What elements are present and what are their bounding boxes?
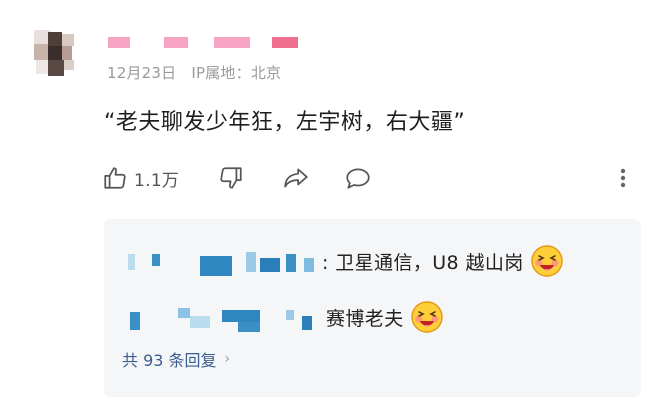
username-mosaic-tile (286, 310, 294, 320)
view-all-replies-link[interactable]: 共 93 条回复 › (122, 347, 230, 371)
replies-panel: : 卫星通信，U8 越山岗 赛博老夫 共 93 条回复 › (104, 219, 641, 397)
username-mosaic-tile (286, 254, 296, 272)
ip-location: IP属地：北京 (191, 64, 282, 82)
username-mosaic-tile (128, 254, 135, 270)
username-mosaic-tile (178, 308, 190, 318)
comment-actions: 1.1万 (102, 160, 642, 200)
share-icon (282, 165, 310, 191)
comment-date: 12月23日 (107, 64, 177, 82)
avatar-mosaic-tile (36, 60, 48, 74)
like-button[interactable]: 1.1万 (102, 160, 179, 196)
username-mosaic-tile (214, 37, 250, 48)
username-mosaic-tile (190, 316, 210, 328)
username-blurred[interactable] (108, 37, 298, 49)
username-mosaic-tile (200, 256, 232, 276)
reply-count-label: 共 93 条回复 (122, 351, 217, 370)
reply-username-blurred[interactable] (126, 302, 326, 332)
avatar-mosaic-tile (34, 44, 48, 60)
thumbs-down-icon (218, 165, 244, 191)
avatar-mosaic-tile (48, 46, 62, 60)
chevron-right-icon: › (224, 351, 231, 367)
avatar-mosaic-tile (48, 60, 64, 76)
avatar-mosaic-tile (48, 32, 62, 46)
username-mosaic-tile (164, 37, 188, 48)
username-mosaic-tile (246, 252, 256, 272)
like-count: 1.1万 (134, 170, 180, 191)
username-mosaic-tile (152, 254, 160, 266)
reply-button[interactable] (344, 160, 372, 196)
username-mosaic-tile (304, 258, 314, 272)
username-mosaic-tile (302, 316, 312, 330)
share-button[interactable] (282, 160, 310, 196)
comment-text: “老夫聊发少年狂，左宇树，右大疆” (104, 110, 466, 135)
reply-item[interactable]: : 卫星通信，U8 越山岗 (126, 241, 564, 281)
comment-meta: 12月23日 IP属地：北京 (107, 62, 281, 83)
thumbs-up-icon (102, 165, 128, 191)
username-mosaic-tile (238, 322, 260, 332)
username-mosaic-tile (272, 37, 298, 48)
avatar-mosaic-tile (64, 60, 74, 70)
comment-icon (344, 165, 372, 191)
username-mosaic-tile (222, 310, 260, 322)
laughing-face-emoji (410, 300, 444, 334)
reply-username-blurred[interactable] (126, 246, 322, 276)
avatar-mosaic-tile (62, 34, 74, 46)
reply-text: 赛博老夫 (326, 307, 404, 330)
reply-text: : 卫星通信，U8 越山岗 (322, 251, 524, 274)
reply-item[interactable]: 赛博老夫 (126, 297, 444, 337)
more-button[interactable] (617, 160, 629, 196)
avatar[interactable] (34, 30, 82, 78)
avatar-mosaic-tile (62, 46, 72, 60)
username-mosaic-tile (108, 37, 130, 48)
dislike-button[interactable] (218, 160, 244, 196)
more-vertical-icon (617, 165, 629, 191)
username-mosaic-tile (130, 312, 140, 330)
username-mosaic-tile (260, 258, 280, 272)
laughing-face-emoji (530, 244, 564, 278)
